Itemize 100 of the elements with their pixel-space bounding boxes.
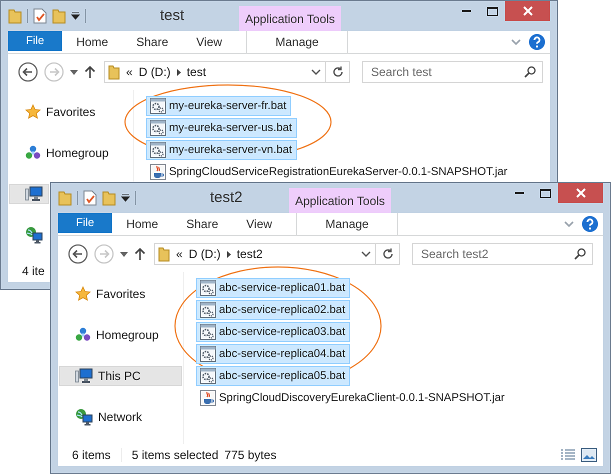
ribbon-tab[interactable]: Home (112, 213, 172, 235)
minimize-icon (514, 192, 524, 194)
gear-window-icon (200, 324, 216, 340)
file-item[interactable]: abc-service-replica05.bat (196, 366, 350, 386)
search-icon[interactable] (574, 248, 586, 260)
breadcrumb[interactable]: D (D:) (138, 65, 171, 79)
gear-window-icon (150, 120, 166, 136)
file-item[interactable]: SpringCloudDiscoveryEurekaClient-0.0.1-SNAPSHOT.jar (196, 388, 510, 408)
ribbon-tab[interactable]: Share (172, 213, 232, 235)
search-field[interactable]: Search test (362, 61, 543, 83)
refresh-icon (382, 248, 394, 260)
context-tab-group: Application Tools (239, 6, 341, 31)
ribbon-tab[interactable]: Share (122, 31, 182, 53)
folder-icon (158, 246, 170, 262)
close-icon (522, 6, 532, 16)
folder-icon (102, 190, 116, 206)
close-icon (576, 188, 586, 198)
chevron-icon[interactable] (361, 250, 371, 258)
document-check-icon (33, 8, 47, 24)
details-view-icon[interactable] (561, 449, 575, 461)
dropdown-icon[interactable] (71, 12, 80, 20)
file-item[interactable]: my-eureka-server-us.bat (146, 118, 298, 138)
homegroup-icon (25, 145, 41, 161)
ribbon-tab[interactable]: View (232, 213, 286, 235)
up-arrow-icon[interactable] (134, 247, 146, 261)
folder-icon (108, 64, 120, 80)
gear-window-icon (200, 368, 216, 384)
help-icon[interactable] (529, 34, 545, 50)
computer-icon (25, 186, 43, 202)
star-icon (25, 104, 41, 120)
breadcrumb[interactable]: test (186, 65, 206, 79)
nav-item[interactable]: Homegroup (9, 143, 132, 163)
ribbon-tab[interactable]: View (182, 31, 236, 53)
file-item[interactable]: abc-service-replica02.bat (196, 300, 350, 320)
nav-item[interactable] (9, 184, 49, 204)
dropdown-icon[interactable] (121, 194, 130, 202)
gear-window-icon (200, 346, 216, 362)
nav-item[interactable]: Homegroup (59, 325, 182, 345)
computer-icon (75, 368, 93, 384)
homegroup-icon (75, 327, 91, 343)
star-icon (75, 286, 91, 302)
breadcrumb[interactable]: D (D:) (188, 247, 221, 261)
close-button[interactable] (505, 1, 550, 21)
nav-item[interactable]: Favorites (9, 102, 132, 122)
file-item[interactable]: my-eureka-server-vn.bat (146, 140, 298, 160)
context-tab-group: Application Tools (289, 188, 391, 213)
address-bar[interactable]: « D (D:) test2 (154, 243, 376, 265)
window-title: test (160, 7, 184, 24)
file-item[interactable]: abc-service-replica03.bat (196, 322, 350, 342)
folder-icon (58, 190, 72, 206)
file-item[interactable]: SpringCloudServiceRegistrationEurekaServer-0.0.1-SNAPSHOT.jar (146, 162, 512, 182)
selection-size: 775 bytes (224, 448, 276, 462)
network-icon (75, 408, 93, 426)
back-button[interactable] (18, 62, 38, 82)
refresh-button[interactable] (376, 243, 400, 265)
ribbon-tab[interactable]: Manage (296, 213, 398, 235)
search-field[interactable]: Search test2 (412, 243, 593, 265)
breadcrumb[interactable]: test2 (236, 247, 263, 261)
ribbon-tab[interactable]: Manage (246, 31, 348, 53)
dropdown-icon[interactable] (120, 252, 128, 256)
document-check-icon (83, 190, 97, 206)
nav-item[interactable]: Favorites (59, 284, 182, 304)
help-icon[interactable] (582, 216, 598, 232)
java-cup-icon (200, 390, 216, 406)
close-button[interactable] (558, 183, 603, 203)
address-bar[interactable]: « D (D:) test (104, 61, 326, 83)
large-icons-view-icon[interactable] (581, 448, 597, 462)
ribbon-tab[interactable]: File (8, 31, 62, 51)
nav-item[interactable]: Network (59, 407, 182, 427)
java-cup-icon (150, 164, 166, 180)
maximize-icon (540, 188, 550, 198)
chevron-icon[interactable] (311, 68, 321, 76)
search-icon[interactable] (524, 66, 536, 78)
file-item[interactable]: my-eureka-server-fr.bat (146, 96, 292, 116)
gear-window-icon (200, 302, 216, 318)
overflow-chevron[interactable]: « (176, 247, 183, 261)
separator-arrow-icon[interactable] (226, 250, 231, 258)
maximize-icon (486, 6, 498, 16)
dropdown-icon[interactable] (70, 70, 78, 74)
gear-window-icon (200, 280, 216, 296)
gear-window-icon (150, 142, 166, 158)
window-title: test2 (210, 189, 243, 206)
up-arrow-icon[interactable] (84, 65, 96, 79)
minimize-icon (462, 10, 470, 12)
refresh-icon (332, 66, 344, 78)
folder-icon (8, 8, 22, 24)
refresh-button[interactable] (326, 61, 350, 83)
item-count: 6 items (72, 448, 122, 462)
gear-window-icon (150, 98, 166, 114)
ribbon-tab[interactable]: Home (62, 31, 122, 53)
separator-arrow-icon[interactable] (176, 68, 181, 76)
file-item[interactable]: abc-service-replica01.bat (196, 278, 350, 298)
nav-item[interactable]: This PC (59, 366, 182, 386)
file-item[interactable]: abc-service-replica04.bat (196, 344, 350, 364)
network-icon (25, 226, 43, 244)
overflow-chevron[interactable]: « (126, 65, 133, 79)
ribbon-tab[interactable]: File (58, 213, 112, 233)
folder-icon (52, 8, 66, 24)
back-button[interactable] (68, 244, 88, 264)
selection-count: 5 items selected (132, 448, 218, 462)
